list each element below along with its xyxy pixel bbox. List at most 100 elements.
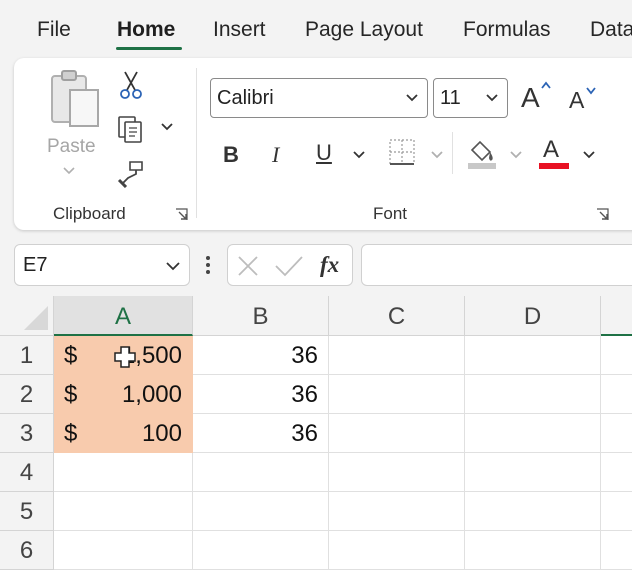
cell-e6[interactable] [601, 531, 632, 570]
cell-d5[interactable] [465, 492, 601, 531]
svg-text:A: A [569, 87, 585, 110]
currency-symbol: $ [64, 342, 78, 369]
cell-e2[interactable] [601, 375, 632, 414]
bold-button[interactable]: B [223, 142, 239, 168]
chevron-down-icon [486, 94, 498, 102]
formula-input[interactable] [361, 244, 632, 286]
column-header-b[interactable]: B [193, 296, 329, 336]
cell-e3[interactable] [601, 414, 632, 453]
chevron-down-icon [166, 262, 180, 271]
cell-a6[interactable] [54, 531, 193, 570]
cell-c3[interactable] [329, 414, 465, 453]
column-header-c[interactable]: C [329, 296, 465, 336]
cell-d3[interactable] [465, 414, 601, 453]
cell-b2-value: 36 [291, 381, 318, 408]
cell-a5[interactable] [54, 492, 193, 531]
cell-d2[interactable] [465, 375, 601, 414]
underline-button[interactable]: U [316, 140, 332, 166]
paste-icon [51, 70, 99, 127]
font-name-select[interactable]: Calibri [210, 78, 428, 118]
copy-dropdown-chevron-icon[interactable] [160, 122, 174, 132]
font-group-label: Font [373, 204, 408, 223]
clipboard-group-label: Clipboard [53, 204, 126, 223]
cell-a2-value: 1,000 [121, 381, 182, 408]
font-size-value: 11 [440, 87, 461, 109]
name-box-value: E7 [23, 254, 48, 276]
clipboard-dialog-launcher-icon[interactable] [175, 208, 189, 222]
cell-b6[interactable] [193, 531, 329, 570]
currency-symbol: $ [64, 420, 78, 447]
font-color-glyph: A [543, 136, 560, 163]
cell-e5[interactable] [601, 492, 632, 531]
italic-button[interactable]: I [272, 142, 279, 168]
tab-formulas[interactable]: Formulas [463, 18, 551, 42]
row-header-1[interactable]: 1 [0, 336, 54, 375]
copy-icon[interactable] [115, 114, 147, 144]
row-header-5[interactable]: 5 [0, 492, 54, 531]
select-all-triangle-icon [24, 306, 48, 330]
cell-a2[interactable]: $ 1,000 [54, 375, 193, 414]
group-separator [452, 132, 453, 174]
font-size-select[interactable]: 11 [433, 78, 508, 118]
cell-b4[interactable] [193, 453, 329, 492]
formula-controls: fx [227, 244, 353, 286]
cell-d1[interactable] [465, 336, 601, 375]
cell-a3[interactable]: $ 100 [54, 414, 193, 453]
fill-color-dropdown-chevron-icon[interactable] [509, 150, 523, 160]
row-header-3[interactable]: 3 [0, 414, 54, 453]
cell-d6[interactable] [465, 531, 601, 570]
insert-function-button[interactable]: fx [320, 252, 339, 278]
ribbon-tabs: File Home Insert Page Layout Formulas Da… [0, 0, 632, 58]
name-box[interactable]: E7 [14, 244, 190, 286]
tab-page-layout[interactable]: Page Layout [305, 18, 423, 42]
row-header-4[interactable]: 4 [0, 453, 54, 492]
cut-icon[interactable] [118, 70, 144, 100]
cell-b2[interactable]: 36 [193, 375, 329, 414]
currency-symbol: $ [64, 381, 78, 408]
cell-b1[interactable]: 36 [193, 336, 329, 375]
svg-text:A: A [521, 82, 540, 110]
cell-b3-value: 36 [291, 420, 318, 447]
cell-c6[interactable] [329, 531, 465, 570]
format-painter-icon[interactable] [116, 158, 146, 188]
tab-data[interactable]: Data [590, 18, 632, 42]
paste-label: Paste [47, 136, 96, 157]
cell-c5[interactable] [329, 492, 465, 531]
borders-icon[interactable] [388, 138, 416, 166]
cell-b5[interactable] [193, 492, 329, 531]
tab-insert[interactable]: Insert [213, 18, 266, 42]
cell-d4[interactable] [465, 453, 601, 492]
cell-c2[interactable] [329, 375, 465, 414]
cell-e1[interactable] [601, 336, 632, 375]
spreadsheet-grid: A B C D 1 2 3 4 5 6 $ 1,500 36 $ 1,000 3… [0, 296, 632, 574]
cell-e4[interactable] [601, 453, 632, 492]
more-options-icon[interactable] [204, 254, 212, 276]
paste-dropdown-chevron-icon[interactable] [62, 166, 76, 176]
column-header-a[interactable]: A [54, 296, 193, 336]
column-header-e[interactable] [601, 296, 632, 336]
font-color-swatch [539, 163, 569, 169]
cell-c4[interactable] [329, 453, 465, 492]
font-dialog-launcher-icon[interactable] [596, 208, 610, 222]
increase-font-size-icon[interactable]: A [520, 80, 552, 110]
confirm-entry-icon[interactable] [274, 254, 304, 278]
font-color-button[interactable]: A [539, 136, 569, 170]
cell-a4[interactable] [54, 453, 193, 492]
row-header-6[interactable]: 6 [0, 531, 54, 570]
decrease-font-size-icon[interactable]: A [568, 84, 598, 110]
row-header-2[interactable]: 2 [0, 375, 54, 414]
cell-b3[interactable]: 36 [193, 414, 329, 453]
active-tab-indicator [116, 47, 182, 50]
fill-color-swatch [468, 163, 496, 169]
cell-c1[interactable] [329, 336, 465, 375]
select-all-corner[interactable] [0, 296, 54, 336]
underline-dropdown-chevron-icon[interactable] [352, 150, 366, 160]
tab-home[interactable]: Home [117, 18, 175, 42]
tab-file[interactable]: File [37, 18, 71, 42]
cell-select-cursor-icon [114, 346, 136, 368]
borders-dropdown-chevron-icon[interactable] [430, 150, 444, 160]
cancel-entry-icon[interactable] [236, 254, 260, 278]
fill-color-icon[interactable] [466, 136, 498, 170]
column-header-d[interactable]: D [465, 296, 601, 336]
font-color-dropdown-chevron-icon[interactable] [582, 150, 596, 160]
